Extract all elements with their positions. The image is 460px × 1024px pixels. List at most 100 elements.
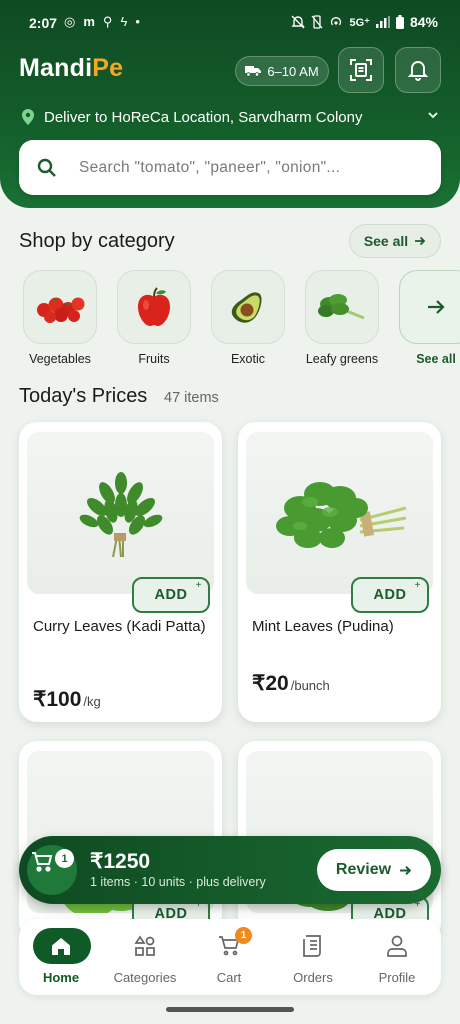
app-header: 2:07 ◎ m ⚲ ϟ • 5G⁺ 84% MandiPe 6–10 AM D… [0, 0, 460, 208]
avocado-icon [231, 292, 262, 323]
vibrate-icon [311, 15, 323, 29]
signal-icon [375, 16, 390, 28]
network-label: 5G⁺ [349, 16, 370, 29]
product-card[interactable]: ADD + Curry Leaves (Kadi Patta) ₹100/kg [19, 422, 222, 722]
nav-label: Orders [293, 970, 333, 985]
category-label: Vegetables [29, 352, 91, 366]
apple-icon [138, 287, 170, 326]
search-icon [37, 158, 56, 177]
prices-item-count: 47 items [164, 390, 219, 406]
status-bar: 2:07 ◎ m ⚲ ϟ • 5G⁺ 84% [0, 0, 460, 46]
price-value: ₹20 [252, 672, 289, 695]
category-exotic[interactable]: Exotic [210, 270, 286, 366]
curry-leaves-icon [79, 472, 162, 558]
flash-icon: ϟ [120, 14, 128, 29]
app-logo: MandiPe [19, 54, 123, 83]
delivery-location[interactable]: Deliver to HoReCa Location, Sarvdharm Co… [22, 106, 442, 128]
plus-icon: + [414, 580, 421, 591]
category-label: See all [416, 352, 456, 366]
bell-icon [408, 61, 428, 81]
search-bar[interactable] [19, 140, 441, 195]
nav-categories[interactable]: Categories [103, 919, 187, 995]
product-name: Curry Leaves (Kadi Patta) [33, 618, 206, 635]
floating-cart-bar[interactable]: 1 ₹1250 1 items · 10 units · plus delive… [19, 836, 441, 904]
category-vegetables[interactable]: Vegetables [22, 270, 98, 366]
mint-leaves-icon [275, 482, 406, 548]
category-see-all[interactable]: See all [398, 270, 460, 366]
product-image [27, 432, 214, 594]
battery-level: 84% [409, 14, 438, 30]
category-tile [211, 270, 285, 344]
home-icon [52, 938, 70, 955]
cart-summary-icon: 1 [27, 845, 77, 895]
system-home-indicator[interactable] [166, 1007, 294, 1012]
scan-icon [350, 59, 372, 81]
profile-icon [387, 935, 407, 957]
orders-icon [303, 935, 321, 957]
category-label: Leafy greens [305, 352, 379, 366]
spinach-icon [318, 294, 365, 320]
location-text: Deliver to HoReCa Location, Sarvdharm Co… [44, 108, 363, 126]
nav-label: Profile [378, 970, 416, 985]
chevron-down-icon [428, 112, 438, 119]
add-label: ADD [373, 587, 407, 603]
notification-icons: ◎ m ⚲ ϟ • [64, 14, 140, 30]
location-pin-icon [22, 109, 34, 125]
category-fruits[interactable]: Fruits [116, 270, 192, 366]
scan-button[interactable] [338, 47, 384, 93]
category-label: Exotic [230, 352, 266, 366]
add-label: ADD [154, 587, 188, 603]
product-price: ₹20/bunch [252, 671, 330, 696]
category-leafy-greens[interactable]: Leafy greens [304, 270, 380, 366]
review-cart-button[interactable]: Review [317, 849, 431, 891]
delivery-eta-chip[interactable]: 6–10 AM [235, 56, 329, 86]
hotspot-icon [331, 17, 342, 26]
arrow-right-icon [400, 865, 412, 875]
category-tile [305, 270, 379, 344]
nav-home[interactable]: Home [19, 919, 103, 995]
battery-icon [395, 15, 404, 29]
price-value: ₹100 [33, 688, 82, 711]
see-all-label: See all [363, 233, 409, 249]
eta-label: 6–10 AM [267, 63, 319, 79]
nav-label: Categories [113, 970, 177, 985]
add-to-cart-button[interactable]: ADD + [132, 577, 210, 613]
prices-section-title: Today's Prices [19, 385, 148, 407]
product-name: Mint Leaves (Pudina) [252, 618, 394, 635]
categories-icon [134, 935, 155, 956]
app-icon: ⚲ [102, 14, 113, 29]
arrow-right-icon [415, 236, 426, 246]
category-tile [23, 270, 97, 344]
cart-summary-text: 1 items · 10 units · plus delivery [90, 875, 266, 889]
search-input[interactable] [79, 158, 409, 177]
cart-icon [32, 852, 53, 872]
logo-main-text: Mandi [19, 54, 93, 82]
arrow-right-icon [428, 300, 445, 314]
nav-label: Cart [216, 970, 242, 985]
cart-nav-badge: 1 [235, 927, 252, 944]
cart-count-badge: 1 [55, 849, 74, 868]
bottom-navigation: Home Categories 1 Cart Orders Profile [19, 919, 441, 995]
category-tile [117, 270, 191, 344]
logo-accent-text: Pe [92, 54, 124, 82]
see-all-categories-button[interactable]: See all [349, 224, 441, 258]
price-unit: /bunch [290, 678, 330, 693]
category-section-title: Shop by category [19, 230, 175, 252]
nav-profile[interactable]: Profile [355, 919, 439, 995]
nav-cart[interactable]: 1 Cart [187, 919, 271, 995]
product-image [246, 432, 433, 594]
product-card[interactable]: ADD + Mint Leaves (Pudina) ₹20/bunch [238, 422, 441, 722]
nav-orders[interactable]: Orders [271, 919, 355, 995]
price-unit: /kg [83, 694, 101, 709]
status-time: 2:07 [29, 15, 58, 31]
app-m-icon: m [83, 14, 95, 29]
whatsapp-icon: ◎ [64, 14, 76, 29]
mute-icon [291, 15, 306, 29]
category-more-tile [399, 270, 460, 344]
dot-icon: • [135, 14, 140, 29]
notifications-button[interactable] [395, 47, 441, 93]
category-label: Fruits [138, 352, 170, 366]
category-row: Vegetables Fruits Exotic Leafy greens Se… [0, 270, 460, 370]
system-icons: 5G⁺ 84% [291, 14, 438, 30]
add-to-cart-button[interactable]: ADD + [351, 577, 429, 613]
